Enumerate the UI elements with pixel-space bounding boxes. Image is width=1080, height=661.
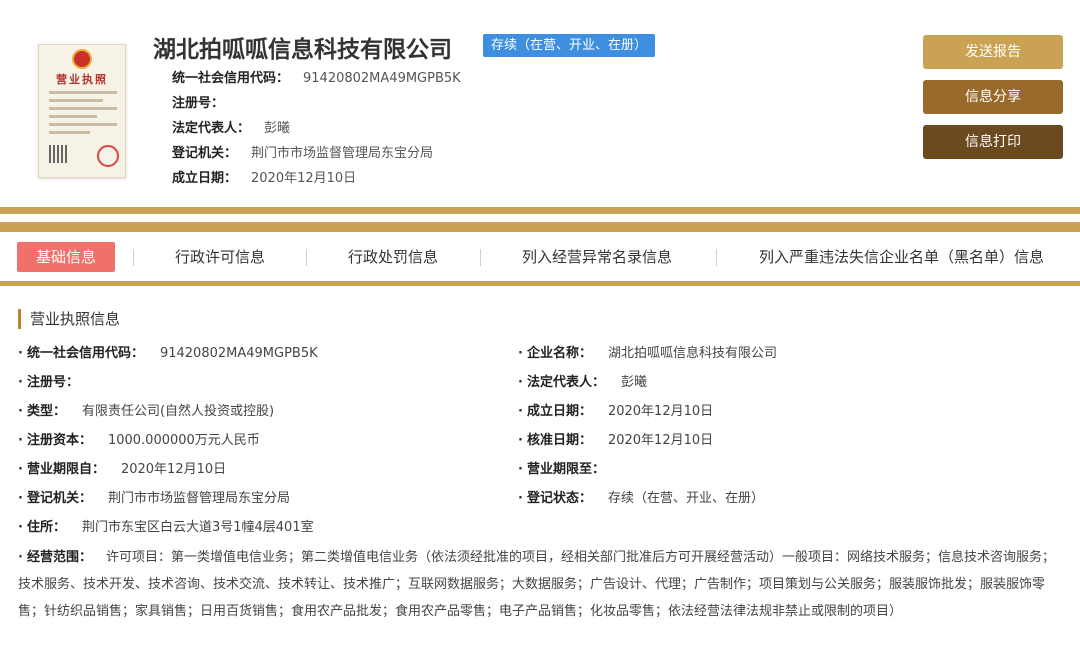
- qr-code-icon: [49, 145, 67, 163]
- license-text-lines: [49, 91, 117, 139]
- divider-band: [0, 207, 1080, 214]
- field-term-from: · 营业期限自： 2020年12月10日: [18, 462, 227, 477]
- field-label: 统一社会信用代码：: [26, 346, 144, 361]
- field-type: · 类型： 有限责任公司(自然人投资或控股): [18, 404, 275, 419]
- national-emblem-icon: [72, 49, 92, 69]
- field-term-to: · 营业期限至：: [518, 462, 605, 477]
- tabs-underline: [0, 281, 1080, 286]
- share-info-button[interactable]: 信息分享: [923, 80, 1063, 114]
- field-label: 法定代表人：: [526, 375, 605, 390]
- info-label: 注册号：: [172, 96, 225, 111]
- divider-band: [0, 222, 1080, 232]
- field-established: · 成立日期： 2020年12月10日: [518, 404, 714, 419]
- field-label: 营业期限自：: [26, 462, 105, 477]
- field-value: 存续（在营、开业、在册）: [607, 491, 764, 506]
- header-info-legal-rep: 法定代表人： 彭曦: [172, 116, 461, 141]
- field-value: 湖北拍呱呱信息科技有限公司: [607, 346, 777, 361]
- status-badge: 存续（在营、开业、在册）: [483, 34, 656, 57]
- field-value: 2020年12月10日: [607, 404, 714, 419]
- tab-blacklist[interactable]: 列入严重违法失信企业名单（黑名单）信息: [759, 242, 1044, 272]
- license-title: 营业执照: [56, 73, 108, 86]
- header-info-established: 成立日期： 2020年12月10日: [172, 166, 461, 191]
- tab-admin-license[interactable]: 行政许可信息: [175, 242, 265, 272]
- tab-admin-penalty[interactable]: 行政处罚信息: [348, 242, 438, 272]
- tab-divider: [306, 249, 307, 266]
- header-info-list: 统一社会信用代码： 91420802MA49MGPB5K 注册号： 法定代表人： 彭…: [172, 66, 461, 191]
- tab-divider: [133, 249, 134, 266]
- field-value: 2020年12月10日: [120, 462, 227, 477]
- field-label: 核准日期：: [526, 433, 592, 448]
- info-label: 法定代表人：: [172, 121, 251, 136]
- field-address: · 住所： 荆门市东宝区白云大道3号1幢4层401室: [18, 520, 314, 535]
- header-info-authority: 登记机关： 荆门市市场监督管理局东宝分局: [172, 141, 461, 166]
- info-value: 彭曦: [264, 121, 291, 136]
- info-value: 荆门市市场监督管理局东宝分局: [251, 146, 434, 161]
- info-value: 91420802MA49MGPB5K: [303, 71, 461, 86]
- field-legal-rep: · 法定代表人： 彭曦: [518, 375, 647, 390]
- field-company-name: · 企业名称： 湖北拍呱呱信息科技有限公司: [518, 346, 777, 361]
- info-label: 登记机关：: [172, 146, 238, 161]
- info-label: 统一社会信用代码：: [172, 71, 290, 86]
- field-label: 注册资本：: [26, 433, 92, 448]
- field-label: 企业名称：: [526, 346, 592, 361]
- field-value: 彭曦: [620, 375, 647, 390]
- section-title: 营业执照信息: [18, 309, 120, 329]
- header-info-credit-code: 统一社会信用代码： 91420802MA49MGPB5K: [172, 66, 461, 91]
- field-credit-code: · 统一社会信用代码： 91420802MA49MGPB5K: [18, 346, 318, 361]
- seal-icon: [97, 145, 119, 167]
- info-value: 2020年12月10日: [251, 171, 357, 186]
- tab-divider: [480, 249, 481, 266]
- field-value: 91420802MA49MGPB5K: [159, 346, 318, 361]
- tab-basic-info[interactable]: 基础信息: [17, 242, 115, 272]
- tab-divider: [716, 249, 717, 266]
- company-name: 湖北拍呱呱信息科技有限公司: [153, 37, 452, 63]
- header-info-reg-number: 注册号：: [172, 91, 461, 116]
- field-label: 成立日期：: [526, 404, 592, 419]
- field-approved: · 核准日期： 2020年12月10日: [518, 433, 714, 448]
- field-business-scope: · 经营范围： 许可项目：第一类增值电信业务；第二类增值电信业务（依法须经批准的项目…: [18, 550, 1055, 619]
- print-info-button[interactable]: 信息打印: [923, 125, 1063, 159]
- field-label: 注册号：: [26, 375, 79, 390]
- field-value: 荆门市东宝区白云大道3号1幢4层401室: [81, 520, 314, 535]
- field-registered-capital: · 注册资本： 1000.000000万元人民币: [18, 433, 260, 448]
- field-label: 经营范围：: [26, 550, 92, 565]
- field-label: 登记状态：: [526, 491, 592, 506]
- field-authority: · 登记机关： 荆门市市场监督管理局东宝分局: [18, 491, 290, 506]
- field-value: 有限责任公司(自然人投资或控股): [81, 404, 275, 419]
- field-value: 荆门市市场监督管理局东宝分局: [107, 491, 290, 506]
- business-license-image[interactable]: 营业执照: [38, 44, 126, 178]
- field-label: 类型：: [26, 404, 66, 419]
- field-label: 营业期限至：: [526, 462, 605, 477]
- tab-abnormal-list[interactable]: 列入经营异常名录信息: [522, 242, 672, 272]
- field-value: 许可项目：第一类增值电信业务；第二类增值电信业务（依法须经批准的项目，经相关部门…: [18, 550, 1055, 619]
- info-tabs: 基础信息 行政许可信息 行政处罚信息 列入经营异常名录信息 列入严重违法失信企业…: [0, 236, 1080, 280]
- field-label: 登记机关：: [26, 491, 92, 506]
- field-value: 2020年12月10日: [607, 433, 714, 448]
- send-report-button[interactable]: 发送报告: [923, 35, 1063, 69]
- field-label: 住所：: [26, 520, 66, 535]
- field-reg-status: · 登记状态： 存续（在营、开业、在册）: [518, 491, 764, 506]
- info-label: 成立日期：: [172, 171, 238, 186]
- field-reg-number: · 注册号：: [18, 375, 79, 390]
- field-value: 1000.000000万元人民币: [107, 433, 260, 448]
- company-header: 营业执照 湖北拍呱呱信息科技有限公司 存续（在营、开业、在册） 统一社会信用代码…: [0, 0, 1080, 205]
